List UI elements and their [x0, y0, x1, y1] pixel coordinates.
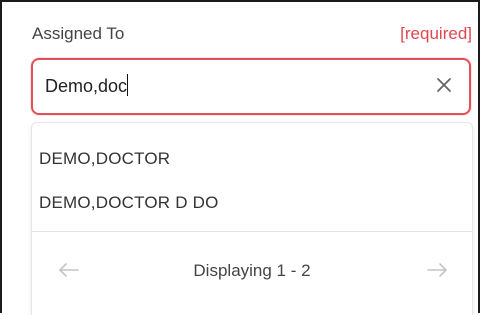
next-page-button[interactable] [424, 259, 450, 281]
field-label: Assigned To [32, 24, 125, 43]
divider [32, 231, 472, 232]
text-caret [127, 74, 129, 96]
required-indicator: [required] [400, 24, 472, 43]
suggestion-option[interactable]: DEMO,DOCTOR [39, 149, 170, 169]
input-value: Demo,doc [45, 76, 128, 96]
assigned-to-input[interactable]: Demo,doc [45, 74, 425, 97]
assigned-to-input-box[interactable]: Demo,doc [31, 58, 471, 115]
pagination: Displaying 1 - 2 [32, 253, 472, 293]
assigned-to-panel: Assigned To [required] Demo,doc DEMO,DOC… [0, 0, 480, 315]
pagination-status: Displaying 1 - 2 [193, 261, 311, 280]
close-icon [437, 78, 451, 92]
suggestion-dropdown: DEMO,DOCTOR DEMO,DOCTOR D DO Displaying … [31, 122, 473, 315]
clear-button[interactable] [431, 72, 457, 98]
suggestion-option[interactable]: DEMO,DOCTOR D DO [39, 193, 219, 213]
arrow-right-icon [427, 263, 447, 277]
field-label-row: Assigned To [required] [32, 24, 472, 46]
